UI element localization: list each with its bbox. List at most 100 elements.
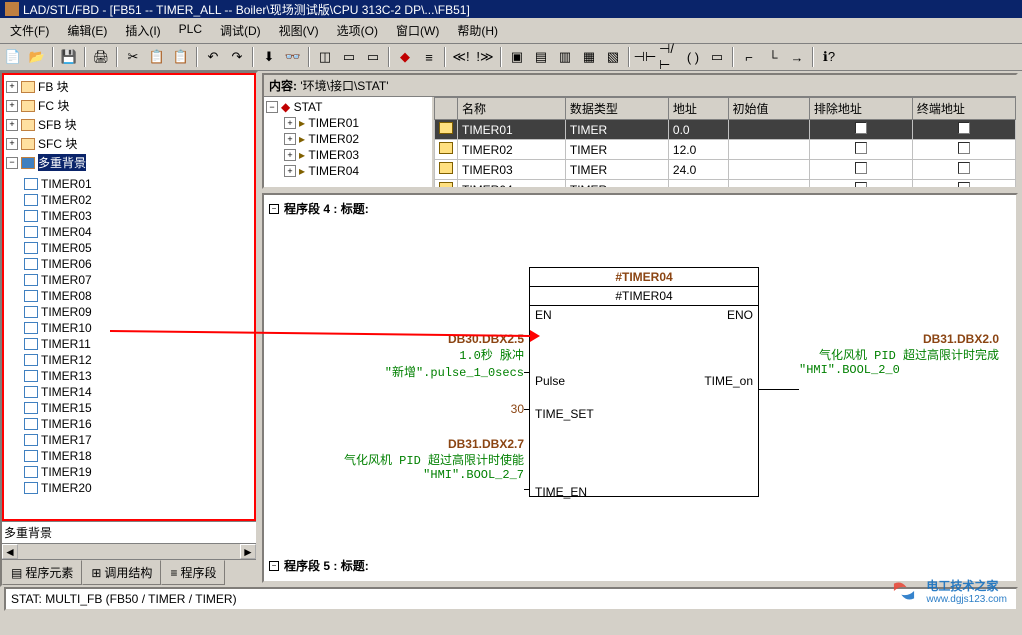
menu-help[interactable]: 帮助(H) bbox=[449, 20, 506, 41]
tree-item-timer[interactable]: TIMER15 bbox=[6, 400, 252, 416]
tree-item-timer[interactable]: TIMER03 bbox=[6, 208, 252, 224]
cell-addr[interactable] bbox=[668, 180, 728, 188]
cell-excl[interactable] bbox=[809, 160, 912, 180]
tree-item-timer[interactable]: TIMER02 bbox=[6, 192, 252, 208]
collapse-icon[interactable]: − bbox=[269, 204, 279, 214]
input-pulse-label[interactable]: DB30.DBX2.5 1.0秒 脉冲 "新增".pulse_1_0secs bbox=[279, 332, 524, 380]
timer-label[interactable]: TIMER19 bbox=[41, 465, 92, 479]
timer-label[interactable]: TIMER08 bbox=[41, 289, 92, 303]
stat-item-label[interactable]: TIMER03 bbox=[308, 148, 359, 162]
timer-label[interactable]: TIMER10 bbox=[41, 321, 92, 335]
timer-label[interactable]: TIMER09 bbox=[41, 305, 92, 319]
input-timeset-label[interactable]: 30 bbox=[469, 402, 524, 416]
checkbox-icon[interactable] bbox=[855, 122, 867, 134]
timer-label[interactable]: TIMER16 bbox=[41, 417, 92, 431]
tree-item-timer[interactable]: TIMER05 bbox=[6, 240, 252, 256]
window5-icon[interactable]: ▧ bbox=[602, 46, 624, 68]
left-scrollbar[interactable]: ◄ ► bbox=[2, 543, 256, 559]
cell-excl[interactable] bbox=[809, 120, 912, 140]
timer-label[interactable]: TIMER04 bbox=[41, 225, 92, 239]
stat-tree-item[interactable]: +▸ TIMER04 bbox=[284, 163, 430, 179]
col-init[interactable]: 初始值 bbox=[728, 98, 809, 120]
cell-addr[interactable]: 12.0 bbox=[668, 140, 728, 160]
col-addr[interactable]: 地址 bbox=[668, 98, 728, 120]
checkbox-icon[interactable] bbox=[855, 162, 867, 174]
tree-item-timer[interactable]: TIMER18 bbox=[6, 448, 252, 464]
cell-term[interactable] bbox=[912, 160, 1015, 180]
expand-icon[interactable]: + bbox=[6, 119, 18, 131]
timer-label[interactable]: TIMER07 bbox=[41, 273, 92, 287]
stat-tree[interactable]: −◆ STAT +▸ TIMER01+▸ TIMER02+▸ TIMER03+▸… bbox=[264, 97, 434, 187]
tree-item-fb[interactable]: +FB 块 bbox=[6, 77, 252, 96]
download-icon[interactable]: ⬇ bbox=[258, 46, 280, 68]
menu-options[interactable]: 选项(O) bbox=[329, 20, 386, 41]
goto-icon[interactable]: ≪! bbox=[450, 46, 472, 68]
expand-icon[interactable]: + bbox=[6, 81, 18, 93]
expand-icon[interactable]: + bbox=[6, 138, 18, 150]
collapse-icon[interactable]: − bbox=[269, 561, 279, 571]
cell-init[interactable] bbox=[728, 140, 809, 160]
stat-tree-item[interactable]: +▸ TIMER03 bbox=[284, 147, 430, 163]
coil-icon[interactable]: ( ) bbox=[682, 46, 704, 68]
checkbox-icon[interactable] bbox=[855, 142, 867, 154]
connect-icon[interactable]: → bbox=[786, 46, 808, 68]
cell-init[interactable] bbox=[728, 180, 809, 188]
monitor-icon[interactable]: 👓 bbox=[282, 46, 304, 68]
tab-callstruct[interactable]: ⊞调用结构 bbox=[82, 560, 161, 585]
window3-icon[interactable]: ▥ bbox=[554, 46, 576, 68]
tree-item-timer[interactable]: TIMER07 bbox=[6, 272, 252, 288]
timer-label[interactable]: TIMER13 bbox=[41, 369, 92, 383]
collapse-icon[interactable]: − bbox=[6, 157, 18, 169]
timer-label[interactable]: TIMER05 bbox=[41, 241, 92, 255]
table-row[interactable]: TIMER01TIMER0.0 bbox=[435, 120, 1016, 140]
tree-item-timer[interactable]: TIMER11 bbox=[6, 336, 252, 352]
tree-item-timer[interactable]: TIMER10 bbox=[6, 320, 252, 336]
menu-edit[interactable]: 编辑(E) bbox=[59, 20, 115, 41]
cell-init[interactable] bbox=[728, 120, 809, 140]
input-timeen-label[interactable]: DB31.DBX2.7 气化风机 PID 超过高限计时使能 "HMI".BOOL… bbox=[269, 437, 524, 482]
cell-name[interactable]: TIMER02 bbox=[458, 140, 566, 160]
print-icon[interactable]: 🖨 bbox=[90, 46, 112, 68]
timer-label[interactable]: TIMER06 bbox=[41, 257, 92, 271]
stat-item-label[interactable]: TIMER01 bbox=[308, 116, 359, 130]
branch2-icon[interactable]: └ bbox=[762, 46, 784, 68]
col-term[interactable]: 终端地址 bbox=[912, 98, 1015, 120]
timer-label[interactable]: TIMER03 bbox=[41, 209, 92, 223]
tree-item-fc[interactable]: +FC 块 bbox=[6, 96, 252, 115]
checkbox-icon[interactable] bbox=[855, 182, 867, 187]
timer-label[interactable]: TIMER02 bbox=[41, 193, 92, 207]
col-excl[interactable]: 排除地址 bbox=[809, 98, 912, 120]
contact-icon[interactable]: ⊣⊢ bbox=[634, 46, 656, 68]
open-icon[interactable]: 📂 bbox=[26, 46, 48, 68]
cut-icon[interactable]: ✂ bbox=[122, 46, 144, 68]
expand-icon[interactable]: + bbox=[6, 100, 18, 112]
timer-label[interactable]: TIMER17 bbox=[41, 433, 92, 447]
segment-4-header[interactable]: − 程序段 4 : 标题: bbox=[269, 200, 1011, 217]
help-icon[interactable]: ℹ? bbox=[818, 46, 840, 68]
save-icon[interactable]: 💾 bbox=[58, 46, 80, 68]
timer-label[interactable]: TIMER11 bbox=[41, 337, 91, 351]
stat-item-label[interactable]: TIMER02 bbox=[308, 132, 359, 146]
symbol-icon[interactable]: ◆ bbox=[394, 46, 416, 68]
timer-label[interactable]: TIMER18 bbox=[41, 449, 92, 463]
program-editor[interactable]: − 程序段 4 : 标题: #TIMER04 #TIMER04 EN ENO P… bbox=[262, 193, 1018, 583]
cell-name[interactable]: TIMER04 bbox=[458, 180, 566, 188]
cell-type[interactable]: TIMER bbox=[565, 140, 668, 160]
branch-icon[interactable]: ⌐ bbox=[738, 46, 760, 68]
checkbox-icon[interactable] bbox=[958, 122, 970, 134]
expand-icon[interactable]: + bbox=[284, 149, 296, 161]
checkbox-icon[interactable] bbox=[958, 142, 970, 154]
tree-item-timer[interactable]: TIMER19 bbox=[6, 464, 252, 480]
tree-item-timer[interactable]: TIMER04 bbox=[6, 224, 252, 240]
segment-5-header[interactable]: − 程序段 5 : 标题: bbox=[269, 557, 1011, 574]
window1-icon[interactable]: ▣ bbox=[506, 46, 528, 68]
cell-excl[interactable] bbox=[809, 180, 912, 188]
cell-addr[interactable]: 0.0 bbox=[668, 120, 728, 140]
rung-icon[interactable]: ▭ bbox=[362, 46, 384, 68]
cell-init[interactable] bbox=[728, 160, 809, 180]
expand-icon[interactable]: + bbox=[284, 133, 296, 145]
block-icon[interactable]: ▭ bbox=[338, 46, 360, 68]
new-icon[interactable]: 📄 bbox=[2, 46, 24, 68]
tree-item-timer[interactable]: TIMER12 bbox=[6, 352, 252, 368]
table-row[interactable]: TIMER03TIMER24.0 bbox=[435, 160, 1016, 180]
